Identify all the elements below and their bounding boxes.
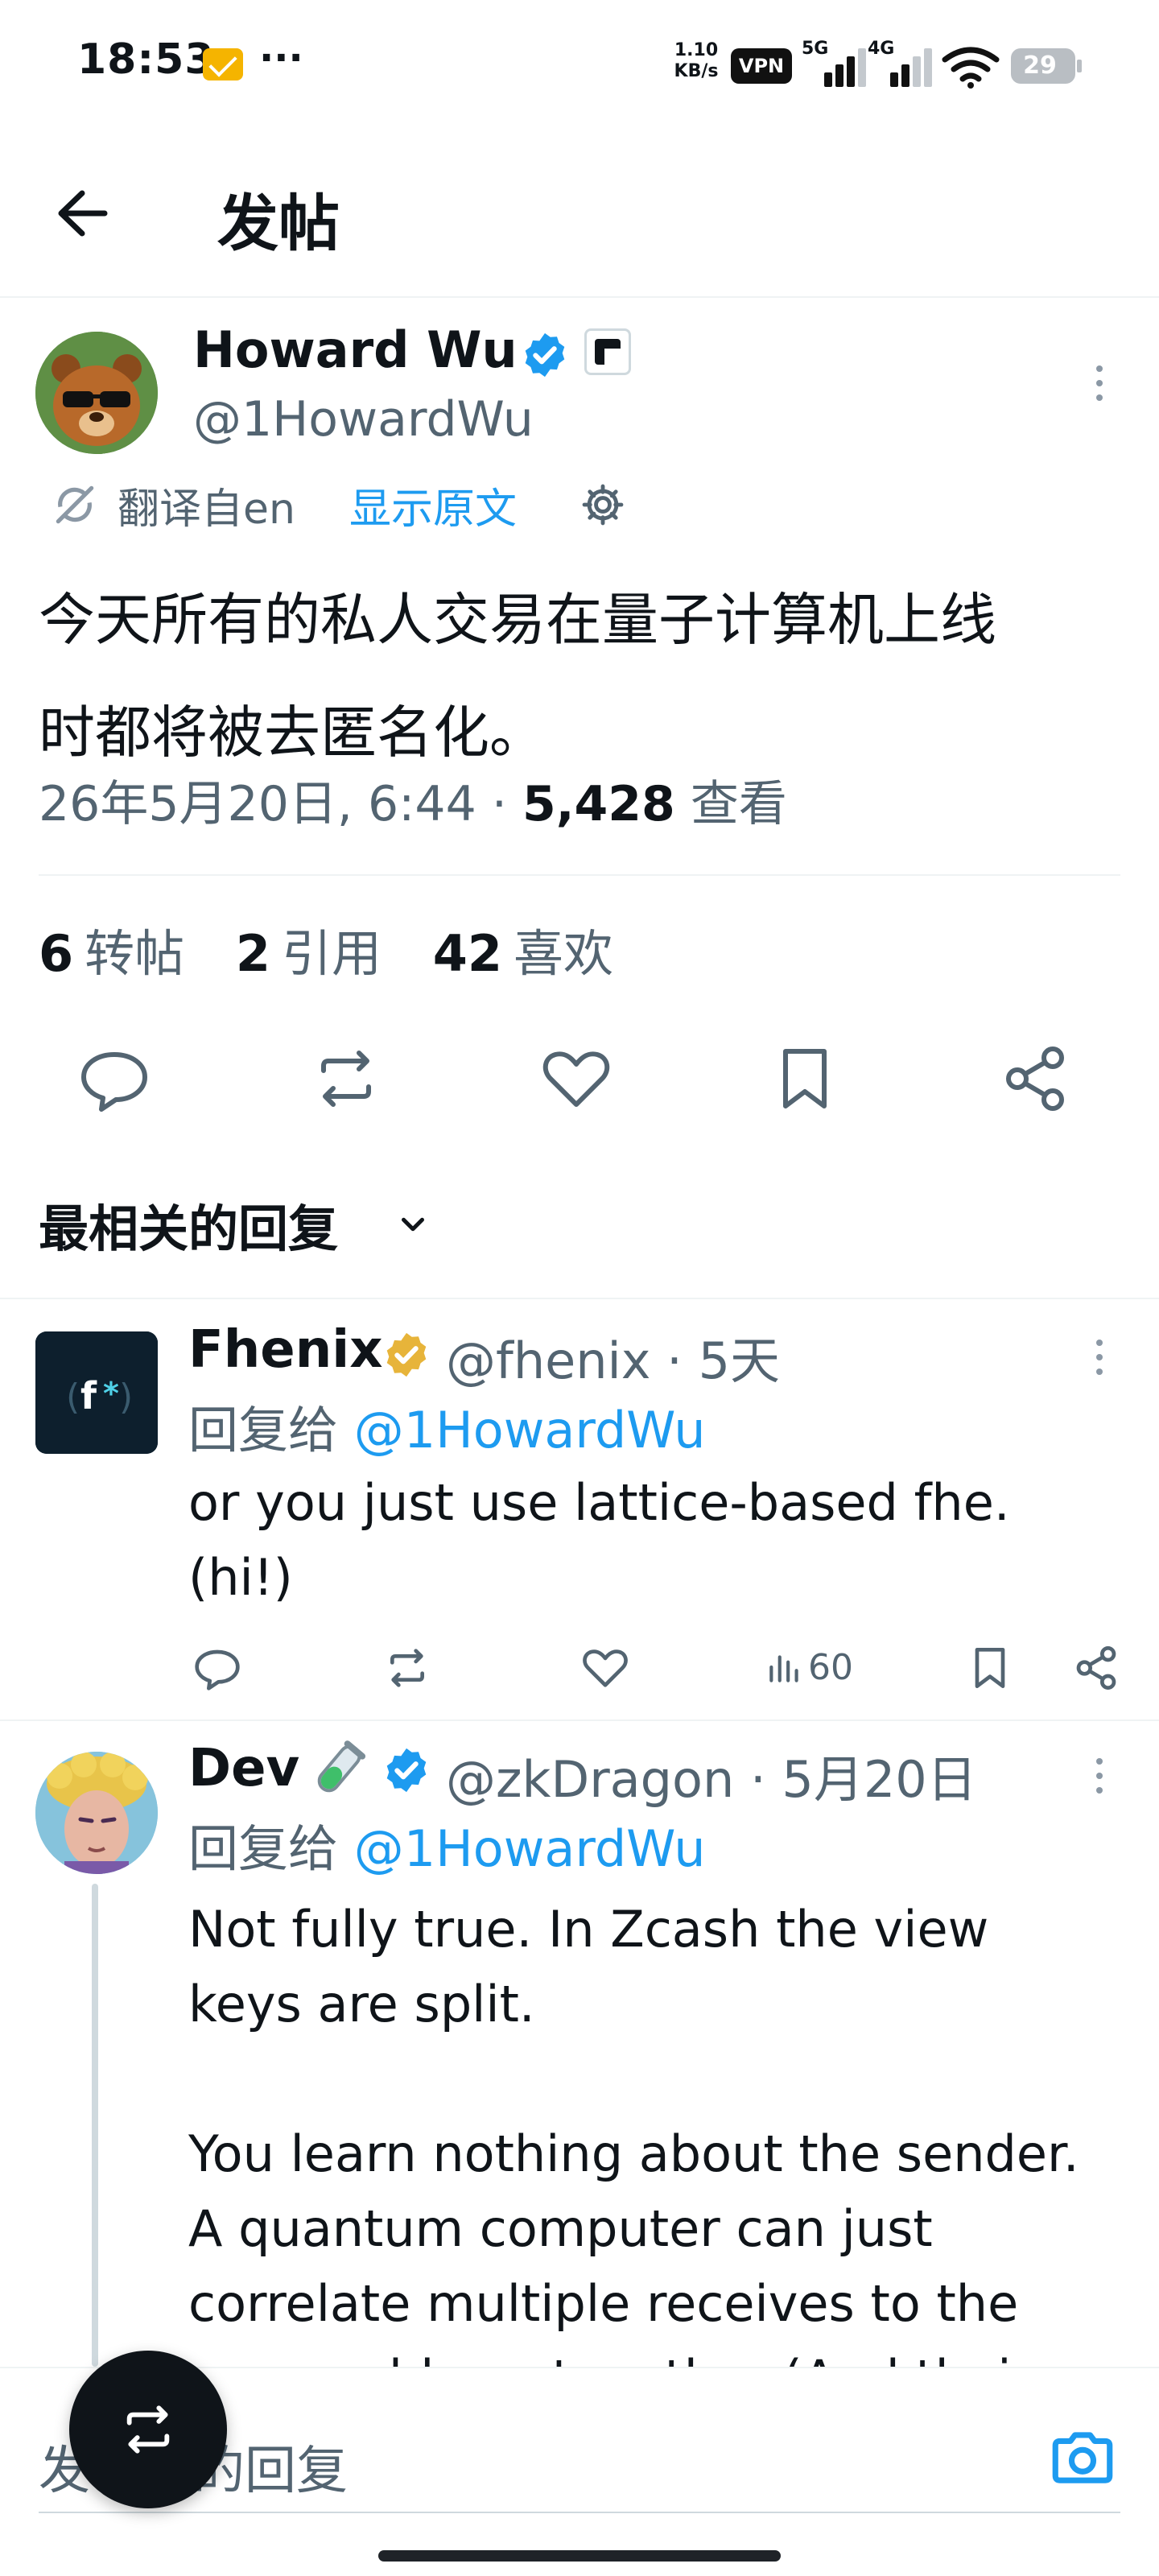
reply-to-line: 回复给 @1HowardWu — [188, 1819, 706, 1878]
bookmark-icon[interactable] — [958, 1636, 1022, 1700]
views-label: 查看 — [674, 776, 787, 832]
show-original-link[interactable]: 显示原文 — [349, 475, 517, 535]
repost-icon — [126, 2405, 170, 2454]
reply-to-line: 回复给 @1HowardWu — [188, 1401, 706, 1459]
divider — [0, 1719, 1159, 1721]
thread-connector-line — [92, 1884, 98, 2367]
verified-badge-icon — [525, 332, 565, 378]
views-chart-icon — [769, 1655, 798, 1682]
svg-text:(: ( — [66, 1377, 80, 1418]
reply-handle-time: @fhenix · 5天 — [446, 1331, 781, 1390]
floating-repost-button[interactable] — [69, 2351, 227, 2508]
translated-from-label: 翻译自en — [118, 485, 295, 534]
views-count: 5,428 — [522, 776, 675, 832]
bear-avatar-icon — [35, 332, 158, 454]
reply-icon[interactable] — [66, 1030, 163, 1127]
status-time: 18:53 — [77, 35, 215, 84]
tweet-text: 今天所有的私人交易在量子计算机上线 时都将被去匿名化。 — [39, 587, 996, 766]
top-app-bar: 发帖 — [0, 129, 1159, 298]
divider — [0, 1298, 1159, 1299]
reply-more-options-icon[interactable] — [1083, 1333, 1116, 1381]
gesture-home-indicator[interactable] — [378, 2550, 781, 2562]
like-heart-icon[interactable] — [573, 1636, 637, 1700]
chevron-down-icon — [402, 1217, 424, 1232]
composer-underline — [39, 2512, 1120, 2513]
repost-icon[interactable] — [375, 1636, 439, 1700]
svg-text:*: * — [103, 1376, 119, 1411]
tweet-timestamp: 26年5月20日, 6:44 · — [39, 776, 522, 832]
svg-text:f: f — [80, 1374, 97, 1418]
author-avatar[interactable] — [35, 332, 158, 454]
author-handle[interactable]: @1HowardWu — [193, 391, 534, 448]
reply-text: or you just use lattice-based fhe. (hi!) — [188, 1473, 1010, 1607]
reply-author-name[interactable]: Dev — [188, 1739, 299, 1798]
translate-icon — [56, 485, 94, 524]
battery-indicator: 29 — [1011, 48, 1082, 84]
signal-5g-icon: 5G — [802, 39, 876, 87]
svg-text:): ) — [119, 1377, 133, 1418]
anime-character-avatar-icon — [35, 1752, 158, 1874]
tweet-action-bar — [0, 1030, 1159, 1127]
fhenix-logo-icon: ( f * ) — [35, 1331, 158, 1454]
verified-badge-icon — [386, 1748, 427, 1793]
tweet-meta: 26年5月20日, 6:44 · 5,428 查看 — [39, 765, 787, 835]
divider — [39, 874, 1120, 876]
more-notifications-indicator: ··· — [259, 35, 303, 80]
replies-sort-dropdown[interactable]: 最相关的回复 — [39, 1188, 424, 1261]
gold-verified-badge-icon — [386, 1332, 427, 1377]
back-arrow-icon[interactable] — [48, 177, 121, 250]
status-bar: 18:53 ··· 1.10 KB/s VPN 5G 4G 29 — [0, 0, 1159, 129]
test-tube-emoji-icon — [317, 1740, 366, 1793]
views-stat[interactable]: 60 — [765, 1636, 877, 1700]
likes-stat[interactable]: 42 喜欢 — [433, 924, 613, 983]
quotes-stat[interactable]: 2 引用 — [236, 924, 382, 983]
repost-icon[interactable] — [298, 1030, 394, 1127]
share-icon[interactable] — [987, 1030, 1083, 1127]
reply-avatar[interactable]: ( f * ) — [35, 1331, 158, 1454]
network-speed: 1.10 KB/s — [674, 40, 719, 81]
more-options-icon[interactable] — [1083, 359, 1116, 407]
reply-avatar[interactable] — [35, 1752, 158, 1874]
reply-author-name[interactable]: Fhenix — [188, 1320, 382, 1380]
author-name[interactable]: Howard Wu — [193, 320, 518, 379]
bookmark-icon[interactable] — [757, 1030, 853, 1127]
reply-action-bar: 60 — [185, 1636, 1135, 1700]
affiliate-badge-icon[interactable] — [584, 328, 631, 375]
like-heart-icon[interactable] — [528, 1030, 625, 1127]
reply-icon[interactable] — [185, 1636, 250, 1700]
share-icon[interactable] — [1064, 1636, 1128, 1700]
page-title: 发帖 — [217, 188, 340, 259]
reposts-stat[interactable]: 6 转帖 — [39, 924, 184, 983]
reply-handle-time: @zkDragon · 5月20日 — [446, 1750, 977, 1809]
reply-to-handle-link[interactable]: @1HowardWu — [354, 1401, 706, 1459]
mail-notification-icon — [203, 48, 243, 80]
reply-text: Not fully true. In Zcash the view keys a… — [188, 1900, 1079, 2367]
translation-settings-gear-icon[interactable] — [580, 481, 626, 528]
reply-more-options-icon[interactable] — [1083, 1752, 1116, 1800]
reply-to-handle-link[interactable]: @1HowardWu — [354, 1819, 706, 1878]
vpn-badge: VPN — [731, 48, 792, 84]
engagement-stats: 6 转帖 2 引用 42 喜欢 — [39, 913, 649, 985]
signal-4g-icon: 4G — [868, 39, 942, 87]
camera-icon[interactable] — [1046, 2421, 1119, 2494]
wifi-icon — [942, 47, 1000, 89]
